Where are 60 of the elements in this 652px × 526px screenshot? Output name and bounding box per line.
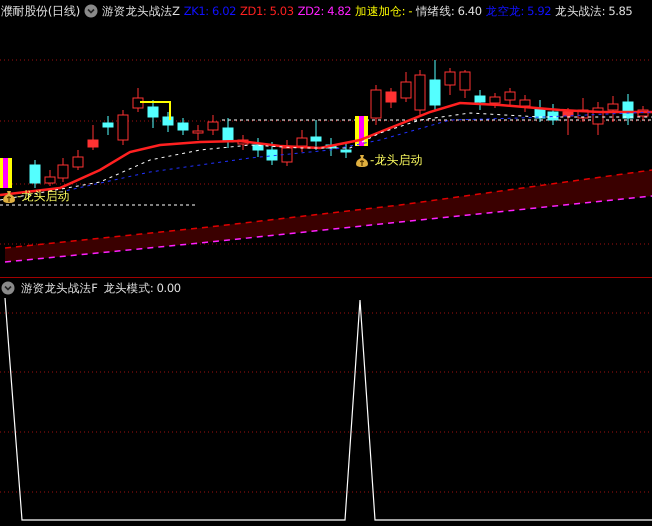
indicator-reading: 加速加仓: - (355, 4, 412, 18)
candlestick (534, 100, 546, 122)
candlestick (192, 124, 204, 140)
candlestick (400, 72, 412, 102)
candlestick (370, 84, 382, 126)
indicator-reading: 龙空龙: 5.92 (486, 4, 552, 18)
candlestick (44, 170, 56, 186)
candlestick (178, 118, 188, 136)
candlestick (132, 88, 144, 112)
candlestick (88, 124, 98, 150)
indicator-reading: ZD2: 4.82 (298, 4, 352, 18)
candlestick (58, 158, 68, 182)
indicator-reading: ZK1: 6.02 (184, 4, 236, 18)
candlestick (578, 98, 588, 122)
candlestick (608, 96, 618, 122)
money-bag-icon (355, 154, 369, 168)
candlestick (30, 160, 40, 188)
candlestick (444, 68, 456, 96)
candlestick (282, 140, 292, 166)
indicator-reading: 情绪线: 6.40 (416, 4, 482, 18)
candlestick (118, 110, 128, 146)
candlestick (148, 100, 158, 128)
chevron-down-icon[interactable] (1, 281, 15, 295)
candlestick (386, 88, 396, 108)
candlestick (638, 106, 648, 120)
marker-line (140, 101, 171, 120)
candlestick (592, 102, 604, 136)
candlestick (222, 118, 234, 148)
candlestick (310, 120, 322, 150)
candlestick (296, 130, 308, 152)
candlestick (490, 92, 500, 108)
money-bag-icon (2, 190, 16, 204)
candlestick (72, 150, 84, 170)
chevron-down-icon[interactable] (84, 4, 98, 18)
candlestick (162, 112, 174, 132)
candlestick (548, 104, 558, 126)
stock-title: 濮耐股份(日线) (1, 2, 80, 20)
candlestick (252, 138, 264, 158)
candlestick (266, 142, 278, 166)
signal-label: -龙头启动 (17, 188, 70, 205)
candlestick (622, 94, 634, 126)
indicator-reading: 龙头模式: 0.00 (104, 280, 181, 296)
candlestick (460, 70, 470, 98)
indicator-name: 游资龙头战法F (21, 280, 98, 296)
indicator-reading: ZD1: 5.03 (240, 4, 294, 18)
candlestick (238, 134, 248, 150)
candlestick (208, 114, 218, 136)
candlestick (474, 90, 486, 110)
candlestick (326, 138, 336, 156)
indicator-reading: 龙头战法: 5.85 (555, 4, 632, 18)
candlestick (102, 116, 114, 136)
candlestick (340, 142, 352, 158)
candlestick (520, 94, 530, 112)
candlestick (562, 108, 574, 136)
candlestick (430, 60, 440, 110)
signal-bar (0, 158, 12, 188)
indicator-name: 游资龙头战法Z (102, 4, 180, 18)
signal-label: -龙头启动 (370, 152, 422, 169)
candlestick (504, 88, 516, 106)
candlestick (414, 70, 426, 116)
